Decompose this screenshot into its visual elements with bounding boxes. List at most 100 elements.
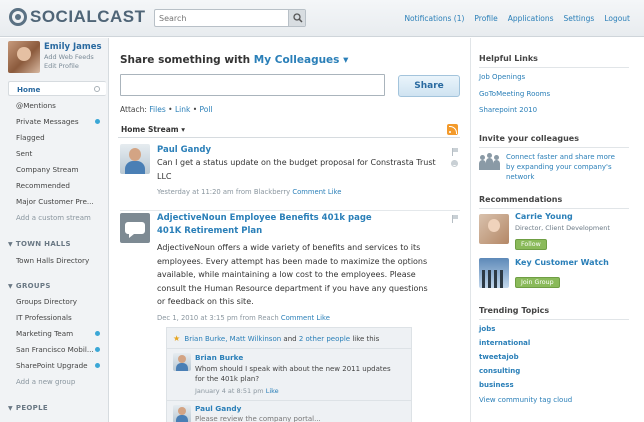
groups-header[interactable]: ▼ GROUPS xyxy=(8,282,51,290)
sidebar-item-major-customer[interactable]: Major Customer Pre... xyxy=(8,194,106,209)
job-openings-link[interactable]: Job Openings xyxy=(479,73,525,81)
attach-poll-link[interactable]: Poll xyxy=(200,105,213,114)
sidebar-item-label: Private Messages xyxy=(16,117,79,126)
sidebar-item-town-halls-directory[interactable]: Town Halls Directory xyxy=(8,253,106,268)
comment-author[interactable]: Brian Burke xyxy=(195,353,243,362)
group-avatar[interactable] xyxy=(479,258,509,288)
post-subtitle[interactable]: 401K Retirement Plan xyxy=(157,226,262,236)
socialcast-logo[interactable]: SOCIALCAST xyxy=(9,7,146,27)
applications-link[interactable]: Applications xyxy=(508,14,554,23)
section-label: GROUPS xyxy=(15,282,51,290)
profile-name[interactable]: Emily James xyxy=(44,42,102,52)
sidebar-item-label: Groups Directory xyxy=(16,297,78,306)
sidebar-item-company-stream[interactable]: Company Stream xyxy=(8,162,106,177)
people-header[interactable]: ▼ PEOPLE xyxy=(8,404,48,412)
left-sidebar: Emily James Add Web Feeds Edit Profile H… xyxy=(0,38,109,422)
follow-button[interactable]: Follow xyxy=(515,239,547,250)
avatar[interactable] xyxy=(173,353,191,371)
sidebar-item-label: Company Stream xyxy=(16,165,79,174)
add-new-group-link[interactable]: Add a new group xyxy=(16,378,75,386)
sidebar-item-groups-directory[interactable]: Groups Directory xyxy=(8,294,106,309)
logout-link[interactable]: Logout xyxy=(604,14,630,23)
edit-profile-link[interactable]: Edit Profile xyxy=(44,62,79,70)
like-link[interactable]: Like xyxy=(316,314,330,322)
avatar[interactable] xyxy=(120,144,150,174)
sidebar-item-san-francisco-mobile[interactable]: San Francisco Mobil... xyxy=(8,342,106,357)
notifications-link[interactable]: Notifications (1) xyxy=(404,14,464,23)
stream-settings-icon[interactable] xyxy=(94,86,100,92)
collapse-triangle-icon: ▼ xyxy=(8,405,13,412)
comments-panel: ★ Brian Burke, Matt Wilkinson and 2 othe… xyxy=(166,327,412,422)
sidebar-item-flagged[interactable]: Flagged xyxy=(8,130,106,145)
comment-author[interactable]: Paul Gandy xyxy=(195,404,241,413)
post-title[interactable]: AdjectiveNoun Employee Benefits 401k pag… xyxy=(157,213,372,223)
options-icon[interactable] xyxy=(451,160,458,167)
add-web-feeds-link[interactable]: Add Web Feeds xyxy=(44,53,94,61)
search-box xyxy=(154,9,306,27)
add-custom-stream-link[interactable]: Add a custom stream xyxy=(16,214,91,222)
recommendation-name[interactable]: Carrie Young xyxy=(515,212,573,221)
stream-post: AdjectiveNoun Employee Benefits 401k pag… xyxy=(120,210,460,422)
search-button[interactable] xyxy=(288,10,305,26)
tag-cloud-link[interactable]: View community tag cloud xyxy=(479,396,572,404)
sidebar-item-home[interactable]: Home xyxy=(8,81,106,96)
attach-link-link[interactable]: Link xyxy=(175,105,190,114)
avatar[interactable] xyxy=(173,405,191,422)
flag-icon[interactable] xyxy=(452,215,458,223)
sidebar-item-label: Recommended xyxy=(16,181,70,190)
other-likers-link[interactable]: 2 other people xyxy=(299,335,350,343)
likers-link[interactable]: Brian Burke, Matt Wilkinson xyxy=(184,335,281,343)
top-bar: SOCIALCAST Notifications (1) Profile App… xyxy=(0,0,644,37)
stream-title: Home Stream xyxy=(121,125,179,134)
post-icon-avatar[interactable] xyxy=(120,213,150,243)
sidebar-item-label: Major Customer Pre... xyxy=(16,197,94,206)
attach-files-link[interactable]: Files xyxy=(149,105,165,114)
share-button[interactable]: Share xyxy=(398,75,460,97)
attach-row: Attach: Files • Link • Poll xyxy=(120,105,213,114)
unread-dot-icon xyxy=(95,331,100,336)
avatar[interactable] xyxy=(8,41,40,73)
sidebar-item-label: @Mentions xyxy=(16,101,56,110)
section-label: TOWN HALLS xyxy=(15,240,71,248)
audience-label: My Colleagues xyxy=(253,54,340,66)
join-group-button[interactable]: Join Group xyxy=(515,277,560,288)
sidebar-item-marketing-team[interactable]: Marketing Team xyxy=(8,326,106,341)
topic-link[interactable]: tweetajob xyxy=(479,353,519,361)
topic-link[interactable]: international xyxy=(479,339,530,347)
comment-link[interactable]: Comment xyxy=(292,188,325,196)
sidebar-item-recommended[interactable]: Recommended xyxy=(8,178,106,193)
avatar[interactable] xyxy=(479,214,509,244)
flag-icon[interactable] xyxy=(452,148,458,156)
invite-link[interactable]: Connect faster and share more by expandi… xyxy=(506,152,621,182)
sidebar-item-sent[interactable]: Sent xyxy=(8,146,106,161)
sidebar-item-it-professionals[interactable]: IT Professionals xyxy=(8,310,106,325)
sidebar-item-mentions[interactable]: @Mentions xyxy=(8,98,106,113)
post-author[interactable]: Paul Gandy xyxy=(157,145,211,155)
like-link[interactable]: Like xyxy=(266,387,279,395)
topic-link[interactable]: consulting xyxy=(479,367,520,375)
sidebar-item-sharepoint-upgrade[interactable]: SharePoint Upgrade xyxy=(8,358,106,373)
search-input[interactable] xyxy=(155,10,288,26)
sidebar-item-private-messages[interactable]: Private Messages xyxy=(8,114,106,129)
topic-link[interactable]: jobs xyxy=(479,325,495,333)
audience-dropdown[interactable]: My Colleagues ▾ xyxy=(254,54,349,66)
like-link[interactable]: Like xyxy=(328,188,342,196)
recommendation-name[interactable]: Key Customer Watch xyxy=(515,258,609,267)
post-text: Can I get a status update on the budget … xyxy=(157,158,436,181)
post-text: AdjectiveNoun offers a wide variety of b… xyxy=(157,243,428,306)
section-label: PEOPLE xyxy=(15,404,48,412)
share-input[interactable] xyxy=(120,74,385,96)
helpful-links-heading: Helpful Links xyxy=(479,54,629,68)
comment-link[interactable]: Comment xyxy=(281,314,314,322)
topic-link[interactable]: business xyxy=(479,381,514,389)
stream-selector[interactable]: Home Stream ▾ xyxy=(121,125,185,134)
sidebar-item-label: Marketing Team xyxy=(16,329,74,338)
rss-icon[interactable] xyxy=(447,124,458,135)
town-halls-header[interactable]: ▼ TOWN HALLS xyxy=(8,240,71,248)
settings-link[interactable]: Settings xyxy=(564,14,595,23)
gotomeeting-link[interactable]: GoToMeeting Rooms xyxy=(479,90,550,98)
likes-and: and xyxy=(283,335,297,343)
sharepoint-link[interactable]: Sharepoint 2010 xyxy=(479,106,537,114)
trending-topics-heading: Trending Topics xyxy=(479,306,629,320)
profile-link[interactable]: Profile xyxy=(474,14,497,23)
